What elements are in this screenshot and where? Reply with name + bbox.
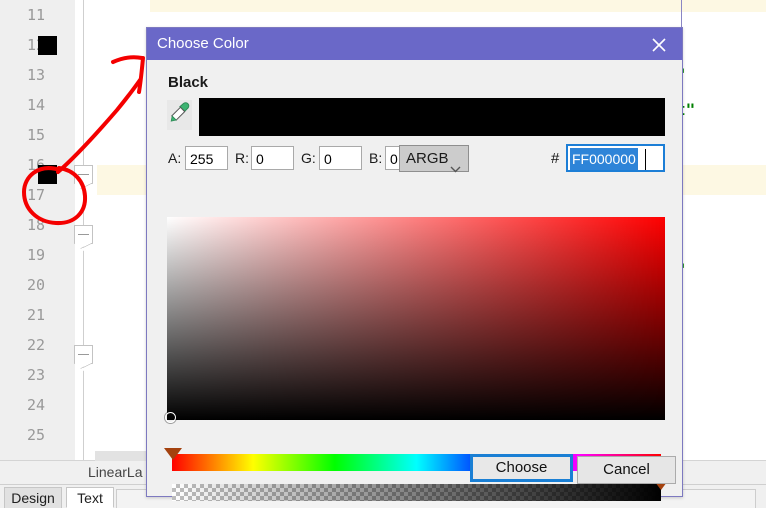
hex-input[interactable]: FF000000 [566, 144, 665, 172]
color-mode-value: ARGB [406, 150, 449, 167]
code-line-android-textsize: android:textSize="20sp" [200, 0, 461, 50]
dialog-title: Choose Color [157, 35, 249, 52]
color-swatch-line16[interactable] [38, 165, 57, 184]
fold-marker[interactable] [74, 225, 93, 251]
text-caret [645, 149, 646, 170]
choose-button[interactable]: Choose [470, 454, 573, 482]
choose-color-dialog: Choose Color Black A: 255 R: 0 G: 0 B: 0… [146, 27, 683, 501]
dialog-body: Black A: 255 R: 0 G: 0 B: 0 ARGB # FF000… [147, 60, 682, 501]
tab-design[interactable]: Design [4, 487, 62, 508]
tab-text[interactable]: Text [66, 487, 114, 508]
fold-marker[interactable] [74, 345, 93, 371]
hex-prefix-label: # [551, 150, 560, 167]
blue-label: B: [369, 150, 383, 166]
color-swatch-line12[interactable] [38, 36, 57, 55]
breadcrumb[interactable]: LinearLa [88, 464, 143, 480]
line-number: 23 [26, 366, 45, 384]
line-number: 25 [26, 426, 45, 444]
line-number: 15 [26, 126, 45, 144]
line-number: 19 [26, 246, 45, 264]
close-icon[interactable] [636, 28, 682, 60]
line-number: 21 [26, 306, 45, 324]
line-number: 14 [26, 96, 45, 114]
saturation-value-cursor[interactable] [165, 412, 176, 423]
green-label: G: [301, 150, 316, 166]
hue-slider-marker[interactable] [164, 448, 182, 460]
line-number: 11 [26, 6, 45, 24]
cancel-button[interactable]: Cancel [577, 456, 676, 484]
color-mode-select[interactable]: ARGB [399, 145, 469, 173]
green-input[interactable]: 0 [319, 146, 362, 170]
line-number: 13 [26, 66, 45, 84]
dialog-titlebar[interactable]: Choose Color [147, 28, 682, 60]
alpha-label: A: [168, 150, 182, 166]
line-number: 20 [26, 276, 45, 294]
color-channel-fields: A: 255 R: 0 G: 0 B: 0 ARGB # FF000000 [147, 144, 682, 174]
saturation-value-panel[interactable] [167, 217, 665, 420]
selected-color-name: Black [168, 74, 209, 91]
chevron-down-icon [450, 156, 461, 181]
editor-gutter[interactable]: 11 12 13 14 15 16 17 18 19 20 21 22 23 2… [0, 0, 75, 460]
alpha-input[interactable]: 255 [185, 146, 228, 170]
fold-marker[interactable] [74, 165, 93, 191]
red-input[interactable]: 0 [251, 146, 294, 170]
eyedropper-icon[interactable] [167, 100, 192, 130]
line-number: 22 [26, 336, 45, 354]
line-number: 18 [26, 216, 45, 234]
hex-input-value: FF000000 [570, 148, 638, 170]
color-preview-swatch [199, 98, 665, 136]
line-number: 17 [26, 186, 45, 204]
line-number: 24 [26, 396, 45, 414]
red-label: R: [235, 150, 249, 166]
code-fold-column[interactable] [74, 0, 97, 460]
alpha-slider[interactable] [172, 484, 661, 501]
